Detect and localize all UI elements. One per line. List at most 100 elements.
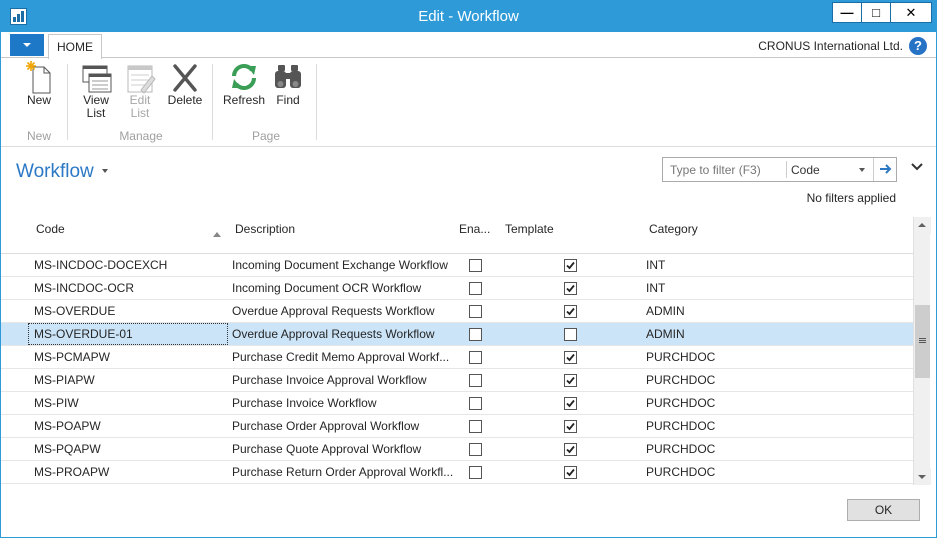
table-row[interactable]: MS-INCDOC-DOCEXCH Incoming Document Excha… [1, 254, 913, 277]
cell-description[interactable]: Purchase Invoice Workflow [232, 396, 377, 410]
title-bar[interactable]: Edit - Workflow — □ ✕ [1, 1, 936, 32]
cell-description[interactable]: Purchase Order Approval Workflow [232, 419, 419, 433]
cell-code[interactable]: MS-INCDOC-OCR [34, 281, 134, 295]
chevron-down-icon[interactable] [859, 168, 865, 172]
cell-category[interactable]: PURCHDOC [646, 442, 715, 456]
grid-body: MS-INCDOC-DOCEXCH Incoming Document Excha… [1, 254, 913, 485]
vertical-scrollbar[interactable] [913, 217, 931, 485]
cell-category[interactable]: PURCHDOC [646, 350, 715, 364]
group-label-manage: Manage [119, 129, 163, 143]
refresh-button[interactable]: Refresh [221, 60, 267, 107]
cell-description[interactable]: Purchase Credit Memo Approval Workf... [232, 350, 449, 364]
enabled-checkbox[interactable] [469, 305, 482, 318]
template-checkbox[interactable] [564, 443, 577, 456]
page-title-dropdown-icon[interactable] [102, 169, 108, 173]
checkmark-icon [566, 261, 575, 270]
ok-button[interactable]: OK [847, 499, 920, 521]
cell-code[interactable]: MS-OVERDUE-01 [34, 327, 133, 341]
delete-button[interactable]: Delete [165, 60, 205, 107]
cell-code[interactable]: MS-PIAPW [34, 373, 95, 387]
cell-description[interactable]: Overdue Approval Requests Workflow [232, 327, 435, 341]
cell-code[interactable]: MS-PCMAPW [34, 350, 110, 364]
template-checkbox[interactable] [564, 282, 577, 295]
column-header-template[interactable]: Template [505, 222, 554, 236]
sort-ascending-icon [213, 232, 221, 237]
column-header-category[interactable]: Category [649, 222, 698, 236]
cell-category[interactable]: PURCHDOC [646, 419, 715, 433]
scroll-down-button[interactable] [914, 468, 931, 485]
template-checkbox[interactable] [564, 259, 577, 272]
cell-code[interactable]: MS-PQAPW [34, 442, 101, 456]
maximize-button[interactable]: □ [861, 2, 891, 23]
enabled-checkbox[interactable] [469, 466, 482, 479]
cell-category[interactable]: PURCHDOC [646, 373, 715, 387]
filter-field-select[interactable]: Code [791, 163, 820, 177]
cell-description[interactable]: Overdue Approval Requests Workflow [232, 304, 435, 318]
column-header-enabled[interactable]: Ena... [459, 222, 490, 236]
enabled-checkbox[interactable] [469, 374, 482, 387]
table-row[interactable]: MS-INCDOC-OCR Incoming Document OCR Workf… [1, 277, 913, 300]
cell-description[interactable]: Incoming Document OCR Workflow [232, 281, 421, 295]
tab-home[interactable]: HOME [48, 34, 102, 59]
cell-category[interactable]: INT [646, 281, 665, 295]
minimize-button[interactable]: — [832, 2, 862, 23]
column-header-code[interactable]: Code [36, 222, 65, 236]
filter-input[interactable] [663, 158, 785, 181]
table-row[interactable]: MS-PROAPW Purchase Return Order Approval … [1, 461, 913, 484]
scroll-up-button[interactable] [914, 217, 931, 234]
table-row[interactable]: MS-POAPW Purchase Order Approval Workflow… [1, 415, 913, 438]
scroll-thumb[interactable] [915, 305, 930, 378]
table-row[interactable]: MS-OVERDUE-01 Overdue Approval Requests W… [1, 323, 913, 346]
enabled-checkbox[interactable] [469, 259, 482, 272]
view-list-button[interactable]: View List [77, 60, 115, 120]
cell-description[interactable]: Purchase Return Order Approval Workfl... [232, 465, 453, 479]
find-button[interactable]: Find [271, 60, 305, 107]
cell-category[interactable]: INT [646, 258, 665, 272]
checkmark-icon [566, 307, 575, 316]
page-title[interactable]: Workflow [16, 161, 94, 183]
enabled-checkbox[interactable] [469, 397, 482, 410]
table-row[interactable]: MS-PIW Purchase Invoice Workflow PURCHDOC [1, 392, 913, 415]
checkmark-icon [566, 376, 575, 385]
table-row[interactable]: MS-PQAPW Purchase Quote Approval Workflow… [1, 438, 913, 461]
cell-category[interactable]: PURCHDOC [646, 465, 715, 479]
column-header-description[interactable]: Description [235, 222, 295, 236]
template-checkbox[interactable] [564, 351, 577, 364]
scroll-down-arrow-icon [918, 475, 926, 479]
cell-description[interactable]: Purchase Quote Approval Workflow [232, 442, 421, 456]
cell-category[interactable]: ADMIN [646, 304, 685, 318]
close-button[interactable]: ✕ [890, 2, 932, 23]
cell-code[interactable]: MS-PROAPW [34, 465, 109, 479]
enabled-checkbox[interactable] [469, 351, 482, 364]
checkmark-icon [566, 284, 575, 293]
edit-list-button[interactable]: Edit List [121, 60, 159, 120]
template-checkbox[interactable] [564, 374, 577, 387]
expand-filter-chevron-icon[interactable] [911, 163, 923, 171]
template-checkbox[interactable] [564, 397, 577, 410]
apply-filter-button[interactable] [873, 158, 897, 181]
template-checkbox[interactable] [564, 328, 577, 341]
template-checkbox[interactable] [564, 305, 577, 318]
cell-description[interactable]: Incoming Document Exchange Workflow [232, 258, 448, 272]
cell-code[interactable]: MS-INCDOC-DOCEXCH [34, 258, 167, 272]
cell-code[interactable]: MS-POAPW [34, 419, 101, 433]
enabled-checkbox[interactable] [469, 443, 482, 456]
template-checkbox[interactable] [564, 420, 577, 433]
cell-code[interactable]: MS-PIW [34, 396, 79, 410]
group-separator [212, 64, 213, 140]
application-menu-button[interactable] [10, 34, 44, 56]
table-row[interactable]: MS-OVERDUE Overdue Approval Requests Work… [1, 300, 913, 323]
table-row[interactable]: MS-PCMAPW Purchase Credit Memo Approval W… [1, 346, 913, 369]
enabled-checkbox[interactable] [469, 282, 482, 295]
enabled-checkbox[interactable] [469, 328, 482, 341]
enabled-checkbox[interactable] [469, 420, 482, 433]
cell-category[interactable]: ADMIN [646, 327, 685, 341]
new-button[interactable]: New [21, 60, 57, 107]
cell-category[interactable]: PURCHDOC [646, 396, 715, 410]
template-checkbox[interactable] [564, 466, 577, 479]
table-row[interactable]: MS-PIAPW Purchase Invoice Approval Workfl… [1, 369, 913, 392]
cell-code[interactable]: MS-OVERDUE [34, 304, 115, 318]
cell-description[interactable]: Purchase Invoice Approval Workflow [232, 373, 427, 387]
minimize-icon: — [840, 5, 854, 20]
help-button[interactable]: ? [909, 37, 927, 55]
